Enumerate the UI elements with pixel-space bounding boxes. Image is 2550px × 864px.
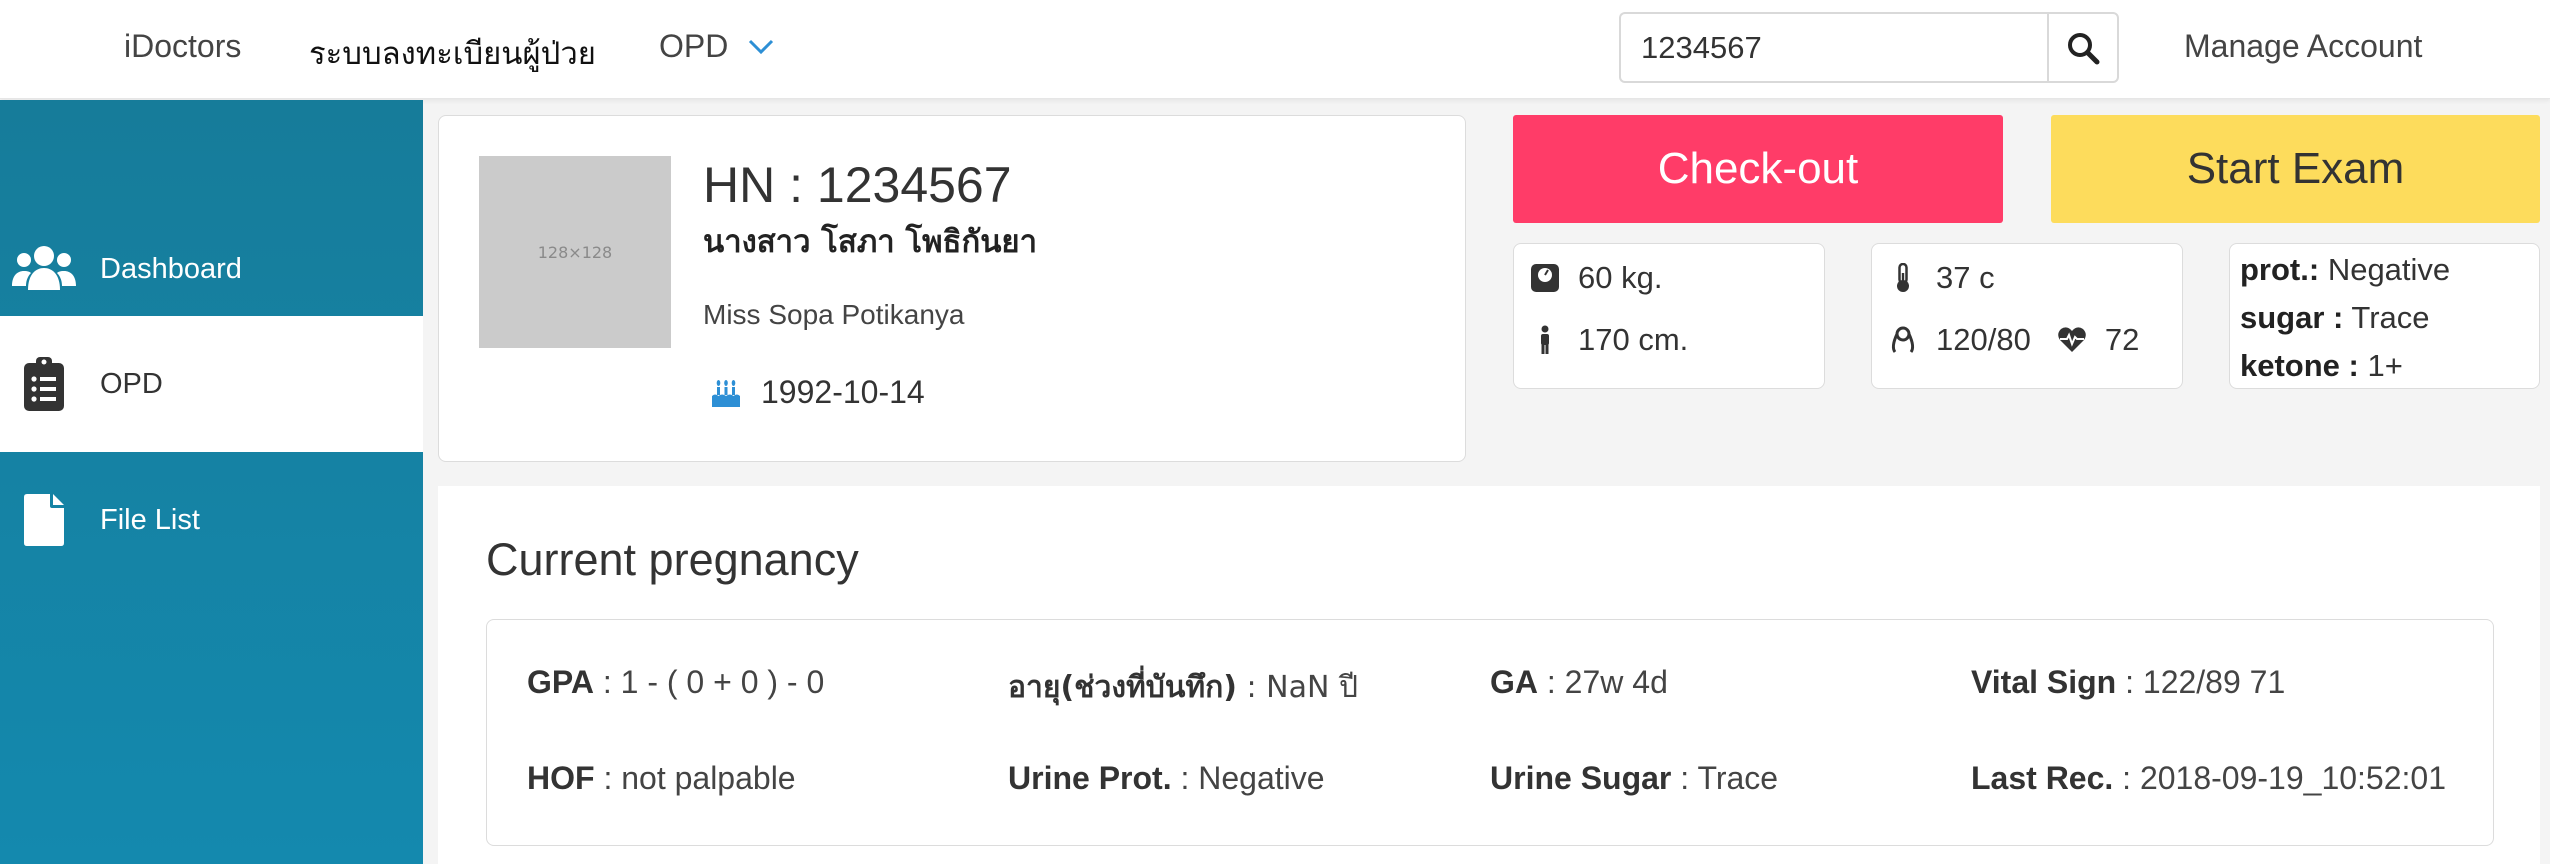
sidebar-item-dashboard[interactable]: Dashboard: [0, 223, 423, 315]
heartbeat-icon: [2058, 327, 2086, 352]
field-value: : not palpable: [594, 760, 796, 796]
urine-prot-field: Urine Prot. : Negative: [1008, 760, 1325, 797]
search-input[interactable]: [1619, 12, 2047, 83]
weight-height-card: 60 kg. 170 cm.: [1513, 243, 1825, 389]
urine-prot-label: prot.:: [2240, 252, 2320, 287]
urine-sugar-value: Trace: [2343, 300, 2430, 335]
patient-name-english: Miss Sopa Potikanya: [703, 299, 965, 330]
search-button[interactable]: [2047, 12, 2119, 83]
sidebar-item-label: File List: [100, 503, 200, 536]
field-value: : 1 - ( 0 + 0 ) - 0: [593, 664, 825, 700]
hof-field: HOF : not palpable: [527, 760, 796, 797]
field-label: Vital Sign: [1971, 664, 2117, 700]
weight-value: 60 kg.: [1578, 260, 1663, 295]
field-label: อายุ(ช่วงที่บันทึก): [1008, 670, 1237, 705]
patient-card: 128×128 HN : 1234567 นางสาว โสภา โพธิกัน…: [438, 115, 1466, 462]
field-label: Urine Sugar: [1490, 760, 1672, 796]
birthday-cake-icon: [712, 379, 740, 407]
sidebar-item-label: Dashboard: [100, 252, 242, 285]
avatar-placeholder-text: 128×128: [537, 242, 613, 262]
gpa-field: GPA : 1 - ( 0 + 0 ) - 0: [527, 664, 824, 701]
file-icon: [12, 488, 76, 552]
sidebar-item-opd[interactable]: OPD: [0, 316, 423, 452]
last-record-field: Last Rec. : 2018-09-19_10:52:01: [1971, 760, 2446, 797]
avatar: 128×128: [479, 156, 671, 348]
users-icon: [12, 237, 76, 301]
clipboard-list-icon: [12, 352, 76, 416]
current-pregnancy-title: Current pregnancy: [486, 534, 859, 585]
weight-row: 60 kg.: [1530, 260, 1662, 296]
bp-row: 120/80 72: [1888, 322, 2139, 358]
ga-field: GA : 27w 4d: [1490, 664, 1668, 701]
field-value: : 2018-09-19_10:52:01: [2113, 760, 2446, 796]
field-value: : NaN ปี: [1236, 670, 1359, 705]
urine-ketone-value: 1+: [2358, 348, 2403, 383]
current-pregnancy-panel: Current pregnancy GPA : 1 - ( 0 + 0 ) - …: [438, 486, 2540, 864]
search-icon: [2068, 32, 2100, 64]
field-value: : 27w 4d: [1538, 664, 1668, 700]
manage-account-link[interactable]: Manage Account: [2184, 28, 2422, 65]
field-label: HOF: [527, 760, 595, 796]
urine-sugar-label: sugar :: [2240, 300, 2344, 335]
sidebar-item-file-list[interactable]: File List: [0, 452, 423, 588]
urine-prot-value: Negative: [2319, 252, 2451, 287]
field-value: : Trace: [1671, 760, 1779, 796]
temp-bp-card: 37 c 120/80 72: [1871, 243, 2183, 389]
pregnancy-summary-box: GPA : 1 - ( 0 + 0 ) - 0 อายุ(ช่วงที่บันท…: [486, 619, 2494, 846]
top-navbar: iDoctors ระบบลงทะเบียนผู้ป่วย OPD Manage…: [0, 0, 2550, 99]
brand-link[interactable]: iDoctors: [124, 28, 241, 65]
start-exam-button[interactable]: Start Exam: [2051, 115, 2540, 223]
chevron-down-icon: [749, 39, 774, 54]
patient-dob-value: 1992-10-14: [761, 374, 925, 410]
urine-ketone-label: ketone :: [2240, 348, 2359, 383]
sidebar: Dashboard OPD File List: [0, 100, 423, 864]
field-label: Last Rec.: [1971, 760, 2114, 796]
pulse-value: 72: [2104, 322, 2140, 357]
patient-name-thai: นางสาว โสภา โพธิกันยา: [703, 224, 1038, 260]
temperature-value: 37 c: [1936, 260, 1995, 295]
thermometer-icon: [1897, 263, 1909, 292]
field-label: GPA: [527, 664, 594, 700]
height-value: 170 cm.: [1578, 322, 1689, 357]
patient-dob: 1992-10-14: [711, 374, 925, 411]
vital-sign-field: Vital Sign : 122/89 71: [1971, 664, 2285, 701]
urine-prot-row: prot.: Negative: [2240, 252, 2450, 288]
field-label: GA: [1490, 664, 1538, 700]
person-standing-icon: [1541, 325, 1549, 354]
urine-sugar-field: Urine Sugar : Trace: [1490, 760, 1778, 797]
opd-dropdown-label: OPD: [659, 28, 729, 64]
bp-value: 120/80: [1936, 322, 2031, 357]
urine-card: prot.: Negative sugar : Trace ketone : 1…: [2229, 243, 2540, 389]
blood-pressure-icon: [1891, 326, 1915, 353]
weight-scale-icon: [1531, 264, 1559, 292]
field-value: : Negative: [1171, 760, 1325, 796]
checkout-button[interactable]: Check-out: [1513, 115, 2003, 223]
sidebar-item-label: OPD: [100, 367, 163, 400]
patient-hn: HN : 1234567: [703, 157, 1012, 213]
temperature-row: 37 c: [1888, 260, 1995, 296]
field-value: : 122/89 71: [2116, 664, 2286, 700]
opd-dropdown[interactable]: OPD: [659, 28, 774, 65]
urine-ketone-row: ketone : 1+: [2240, 348, 2403, 384]
age-field: อายุ(ช่วงที่บันทึก) : NaN ปี: [1008, 664, 1358, 711]
patient-register-link[interactable]: ระบบลงทะเบียนผู้ป่วย: [309, 28, 596, 78]
field-label: Urine Prot.: [1008, 760, 1172, 796]
urine-sugar-row: sugar : Trace: [2240, 300, 2430, 336]
height-row: 170 cm.: [1530, 322, 1688, 358]
